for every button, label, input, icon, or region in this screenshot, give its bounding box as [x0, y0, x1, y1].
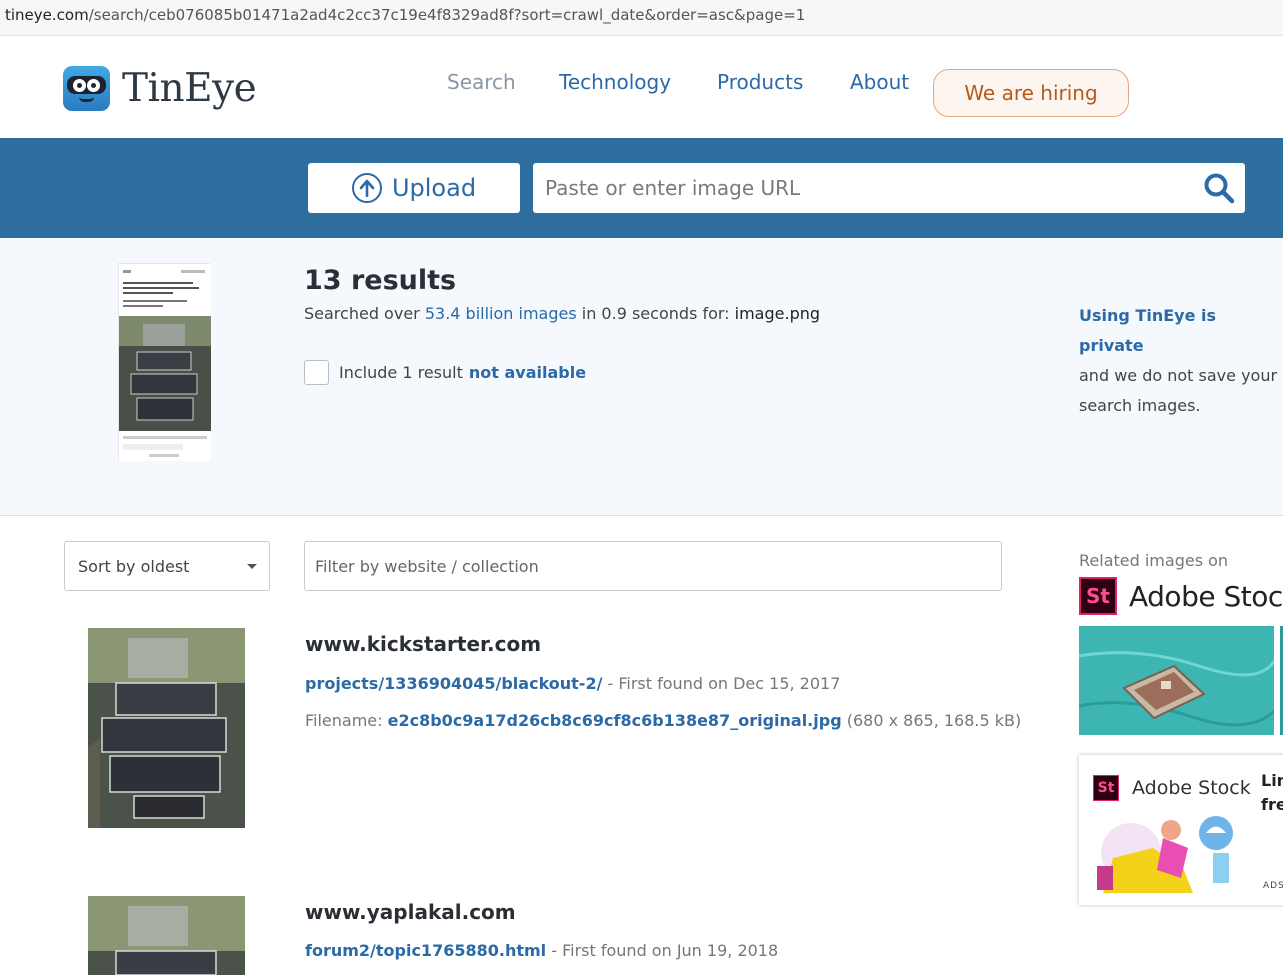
- result-path-link[interactable]: forum2/topic1765880.html: [305, 941, 546, 960]
- ad-copy-line1: Lin: [1261, 771, 1283, 790]
- related-image[interactable]: [1078, 626, 1276, 735]
- include-unavailable-checkbox[interactable]: [304, 360, 329, 385]
- upload-button[interactable]: Upload: [308, 163, 520, 213]
- privacy-link[interactable]: Using TinEye is private: [1079, 306, 1216, 355]
- search-submit-button[interactable]: [1199, 169, 1239, 207]
- hiring-button[interactable]: We are hiring: [933, 69, 1129, 117]
- url-host: tineye.com: [5, 6, 89, 24]
- ad-copy: Lin fre: [1261, 769, 1283, 817]
- url-path: /search/ceb076085b01471a2ad4c2cc37c19e4f…: [88, 6, 806, 24]
- result-path-link[interactable]: projects/1336904045/blackout-2/: [305, 674, 602, 693]
- result-path-line: projects/1336904045/blackout-2/ - First …: [305, 674, 840, 693]
- privacy-text: and we do not save your search images.: [1079, 366, 1278, 415]
- result-image-meta: (680 x 865, 168.5 kB): [841, 711, 1022, 730]
- results-count: 13 results: [304, 265, 457, 296]
- result-thumbnail[interactable]: [88, 896, 245, 975]
- results-summary: 13 results Searched over 53.4 billion im…: [0, 238, 1283, 516]
- sort-selected-value: Sort by oldest: [78, 557, 190, 576]
- adobe-stock-banner[interactable]: St Adobe Stock: [1079, 577, 1283, 615]
- result-site[interactable]: www.yaplakal.com: [305, 900, 516, 924]
- include-unavailable-row[interactable]: Include 1 result not available: [304, 360, 586, 385]
- nav-about[interactable]: About: [850, 70, 909, 94]
- ad-illustration: [1093, 808, 1247, 893]
- site-header: TinEye Search Technology Products About …: [0, 37, 1283, 138]
- tineye-logo[interactable]: TinEye: [63, 66, 257, 111]
- result-filename-line: Filename: e2c8b0c9a17d26cb8c69cf8c6b138e…: [305, 711, 1021, 730]
- logo-text: TinEye: [122, 66, 257, 111]
- search-band: Upload: [0, 138, 1283, 238]
- nav-technology[interactable]: Technology: [559, 70, 671, 94]
- result-filename-link[interactable]: e2c8b0c9a17d26cb8c69cf8c6b138e87_origina…: [388, 711, 842, 730]
- nav-products[interactable]: Products: [717, 70, 803, 94]
- chevron-down-icon: [247, 564, 257, 569]
- upload-arrow-icon: [351, 173, 382, 203]
- query-filename: image.png: [734, 304, 821, 323]
- ads-label: ADS: [1263, 881, 1283, 891]
- adobe-stock-logo-icon: St: [1093, 775, 1119, 801]
- result-site[interactable]: www.kickstarter.com: [305, 632, 541, 656]
- result-path-line: forum2/topic1765880.html - First found o…: [305, 941, 778, 960]
- image-url-input[interactable]: [533, 163, 1245, 213]
- search-icon: [1204, 173, 1235, 204]
- search-stats: Searched over 53.4 billion images in 0.9…: [304, 304, 820, 323]
- not-available-link[interactable]: not available: [469, 363, 586, 382]
- filename-label: Filename:: [305, 711, 388, 730]
- query-image-thumbnail: [118, 263, 211, 461]
- nav-search[interactable]: Search: [447, 70, 516, 94]
- adobe-stock-logo-icon: St: [1079, 577, 1117, 615]
- privacy-note: Using TinEye is private and we do not sa…: [1079, 301, 1283, 421]
- filter-website-input[interactable]: [304, 541, 1002, 591]
- include-label: Include 1 result: [339, 363, 463, 382]
- upload-label: Upload: [391, 174, 477, 202]
- adobe-stock-wordmark: Adobe Stock: [1129, 579, 1283, 613]
- result-found-date: - First found on Dec 15, 2017: [602, 674, 841, 693]
- search-stats-mid: in 0.9 seconds for:: [576, 304, 735, 323]
- tineye-robot-icon: [63, 66, 110, 111]
- ad-copy-line2: fre: [1261, 795, 1283, 814]
- result-found-date: - First found on Jun 19, 2018: [546, 941, 779, 960]
- related-images-label: Related images on: [1079, 551, 1229, 570]
- adobe-stock-ad-card[interactable]: St Adobe Stock Lin fre ADS: [1079, 755, 1283, 905]
- browser-url-bar[interactable]: tineye.com/search/ceb076085b01471a2ad4c2…: [0, 0, 1283, 36]
- search-stats-prefix: Searched over: [304, 304, 425, 323]
- sort-select[interactable]: Sort by oldest: [64, 541, 270, 591]
- ad-card-brand: Adobe Stock: [1132, 777, 1251, 799]
- result-thumbnail[interactable]: [88, 628, 245, 828]
- billion-images-link[interactable]: 53.4 billion images: [425, 304, 577, 323]
